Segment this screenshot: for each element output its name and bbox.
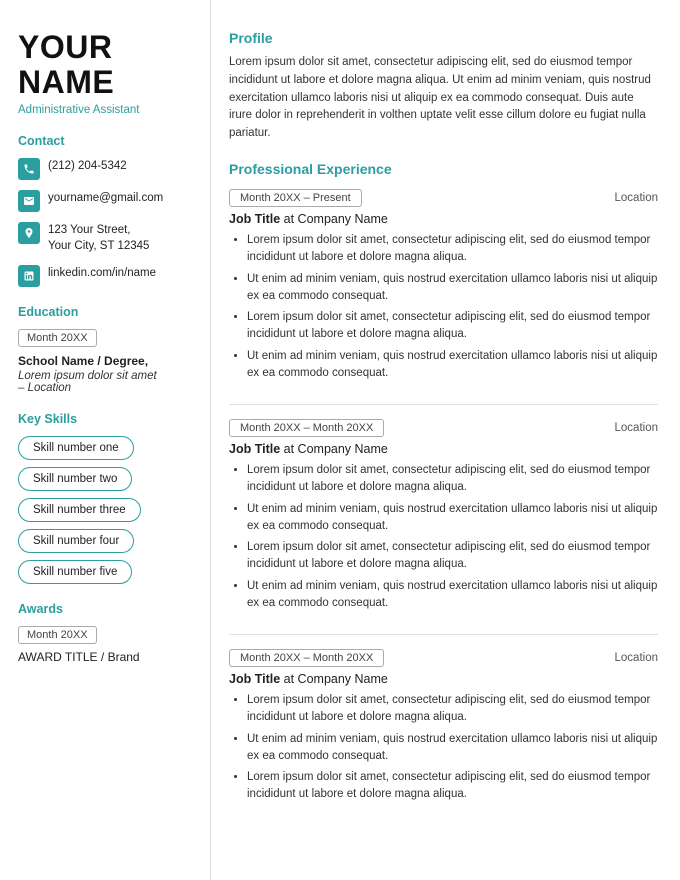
linkedin-text: linkedin.com/in/name [48,265,156,281]
exp-entry-1: Month 20XX – Present Location Job Title … [229,189,658,382]
exp-label: Professional Experience [229,161,658,177]
education-block: Month 20XX School Name / Degree, Lorem i… [18,329,192,394]
contact-linkedin: linkedin.com/in/name [18,265,192,287]
skill-3: Skill number three [18,498,141,522]
edu-date: Month 20XX [18,329,97,347]
exp-job-2: Job Title at Company Name [229,442,658,456]
name-line1: YOUR [18,29,112,65]
divider-1 [229,404,658,405]
exp-location-1: Location [615,192,658,204]
exp-bullets-1: Lorem ipsum dolor sit amet, consectetur … [229,232,658,382]
bullet: Lorem ipsum dolor sit amet, consectetur … [247,539,658,574]
exp-location-3: Location [615,652,658,664]
bullet: Ut enim ad minim veniam, quis nostrud ex… [247,348,658,383]
awards-label: Awards [18,602,192,616]
skills-list: Skill number one Skill number two Skill … [18,436,192,584]
exp-date-2: Month 20XX – Month 20XX [229,419,384,437]
bullet: Lorem ipsum dolor sit amet, consectetur … [247,769,658,804]
main-content: Profile Lorem ipsum dolor sit amet, cons… [210,0,680,880]
exp-bullets-2: Lorem ipsum dolor sit amet, consectetur … [229,462,658,612]
bullet: Lorem ipsum dolor sit amet, consectetur … [247,309,658,344]
exp-entry-3: Month 20XX – Month 20XX Location Job Tit… [229,649,658,804]
exp-date-3: Month 20XX – Month 20XX [229,649,384,667]
contact-email: yourname@gmail.com [18,190,192,212]
bullet: Ut enim ad minim veniam, quis nostrud ex… [247,501,658,536]
exp-location-2: Location [615,422,658,434]
address-text: 123 Your Street, Your City, ST 12345 [48,222,149,254]
skill-5: Skill number five [18,560,132,584]
skill-4: Skill number four [18,529,134,553]
award-date: Month 20XX [18,626,97,644]
contact-label: Contact [18,134,192,148]
exp-job-3: Job Title at Company Name [229,672,658,686]
bullet: Lorem ipsum dolor sit amet, consectetur … [247,232,658,267]
location-icon [18,222,40,244]
contact-address: 123 Your Street, Your City, ST 12345 [18,222,192,254]
bullet: Ut enim ad minim veniam, quis nostrud ex… [247,731,658,766]
edu-school: School Name / Degree, [18,354,192,368]
edu-degree: Lorem ipsum dolor sit amet – Location [18,370,192,394]
name-block: YOUR NAME Administrative Assistant [18,30,192,116]
exp-header-1: Month 20XX – Present Location [229,189,658,207]
phone-text: (212) 204-5342 [48,158,127,174]
resume-page: YOUR NAME Administrative Assistant Conta… [0,0,680,880]
job-title: Administrative Assistant [18,104,192,116]
profile-text: Lorem ipsum dolor sit amet, consectetur … [229,54,658,143]
skills-label: Key Skills [18,412,192,426]
exp-date-1: Month 20XX – Present [229,189,362,207]
skill-2: Skill number two [18,467,132,491]
phone-icon [18,158,40,180]
bullet: Lorem ipsum dolor sit amet, consectetur … [247,462,658,497]
contact-phone: (212) 204-5342 [18,158,192,180]
award-title: AWARD TITLE / Brand [18,650,192,664]
award-block: Month 20XX AWARD TITLE / Brand [18,626,192,664]
sidebar: YOUR NAME Administrative Assistant Conta… [0,0,210,880]
exp-header-2: Month 20XX – Month 20XX Location [229,419,658,437]
education-label: Education [18,305,192,319]
name-display: YOUR NAME [18,30,192,100]
exp-bullets-3: Lorem ipsum dolor sit amet, consectetur … [229,692,658,804]
exp-header-3: Month 20XX – Month 20XX Location [229,649,658,667]
linkedin-icon [18,265,40,287]
exp-entry-2: Month 20XX – Month 20XX Location Job Tit… [229,419,658,612]
bullet: Ut enim ad minim veniam, quis nostrud ex… [247,271,658,306]
exp-job-1: Job Title at Company Name [229,212,658,226]
email-text: yourname@gmail.com [48,190,163,206]
divider-2 [229,634,658,635]
bullet: Lorem ipsum dolor sit amet, consectetur … [247,692,658,727]
profile-label: Profile [229,30,658,46]
email-icon [18,190,40,212]
skill-1: Skill number one [18,436,134,460]
name-line2: NAME [18,64,114,100]
bullet: Ut enim ad minim veniam, quis nostrud ex… [247,578,658,613]
